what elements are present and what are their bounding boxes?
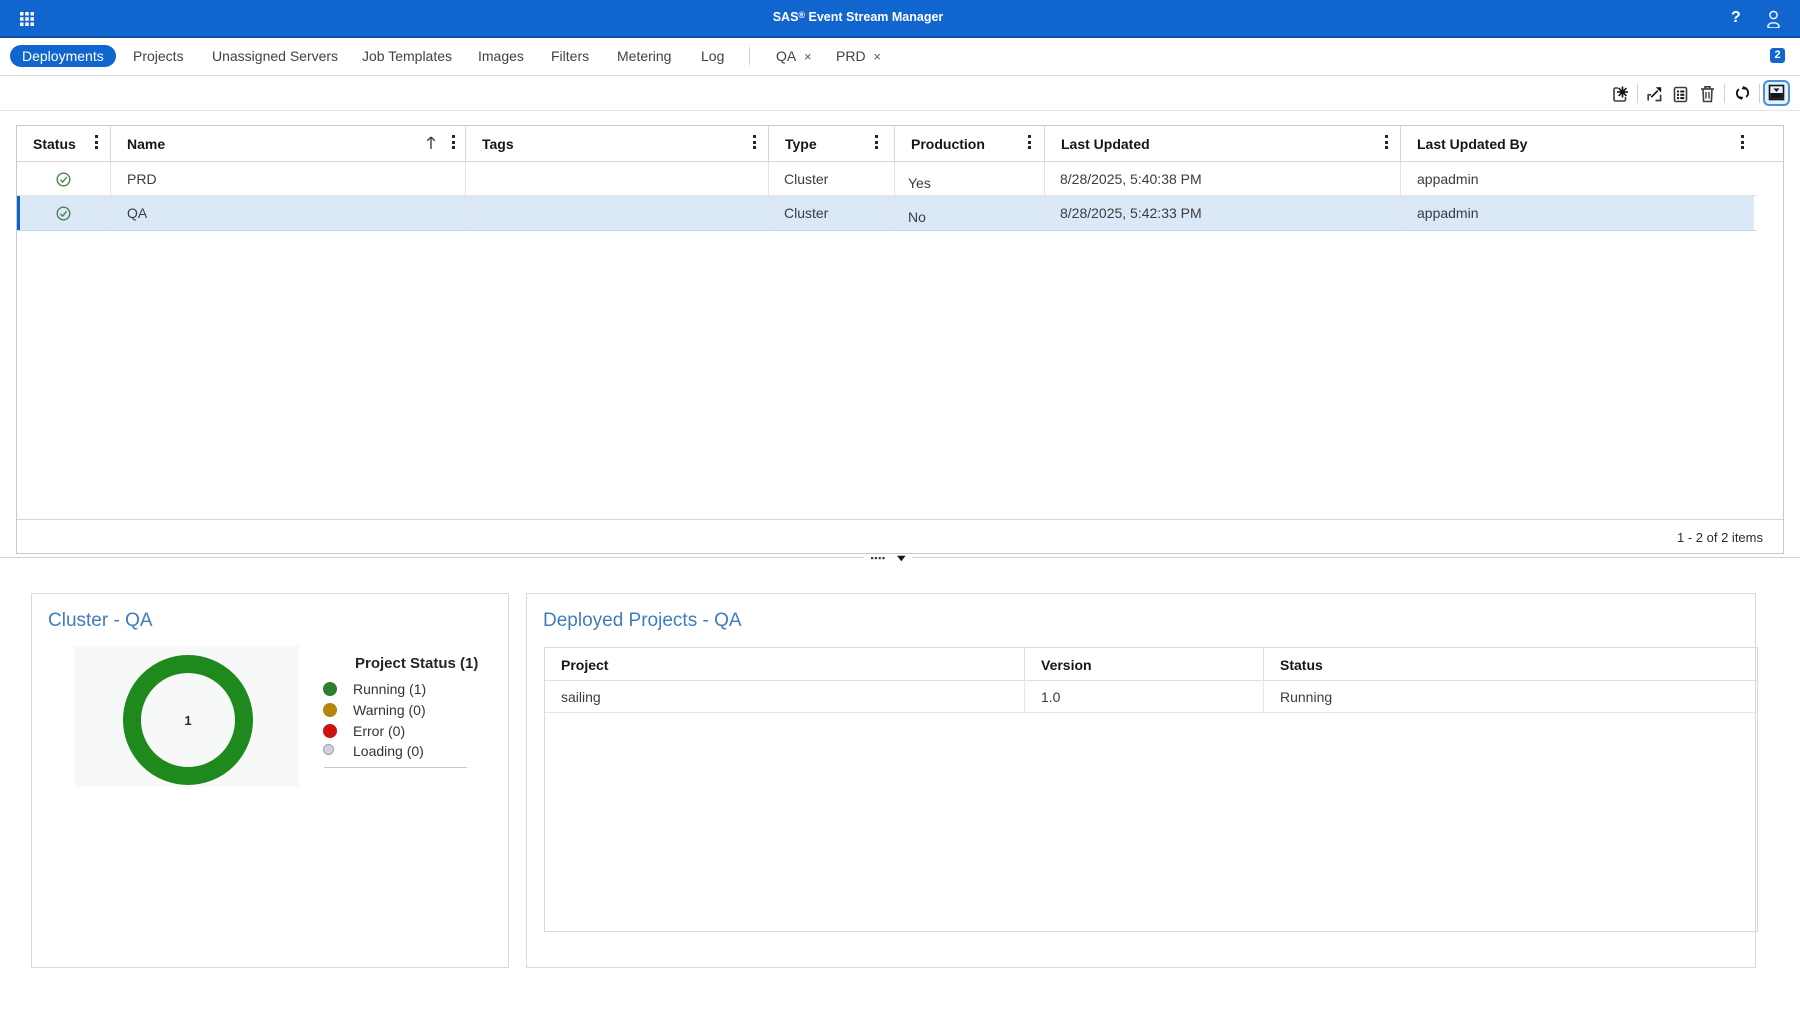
svg-text:1: 1 <box>184 713 191 728</box>
